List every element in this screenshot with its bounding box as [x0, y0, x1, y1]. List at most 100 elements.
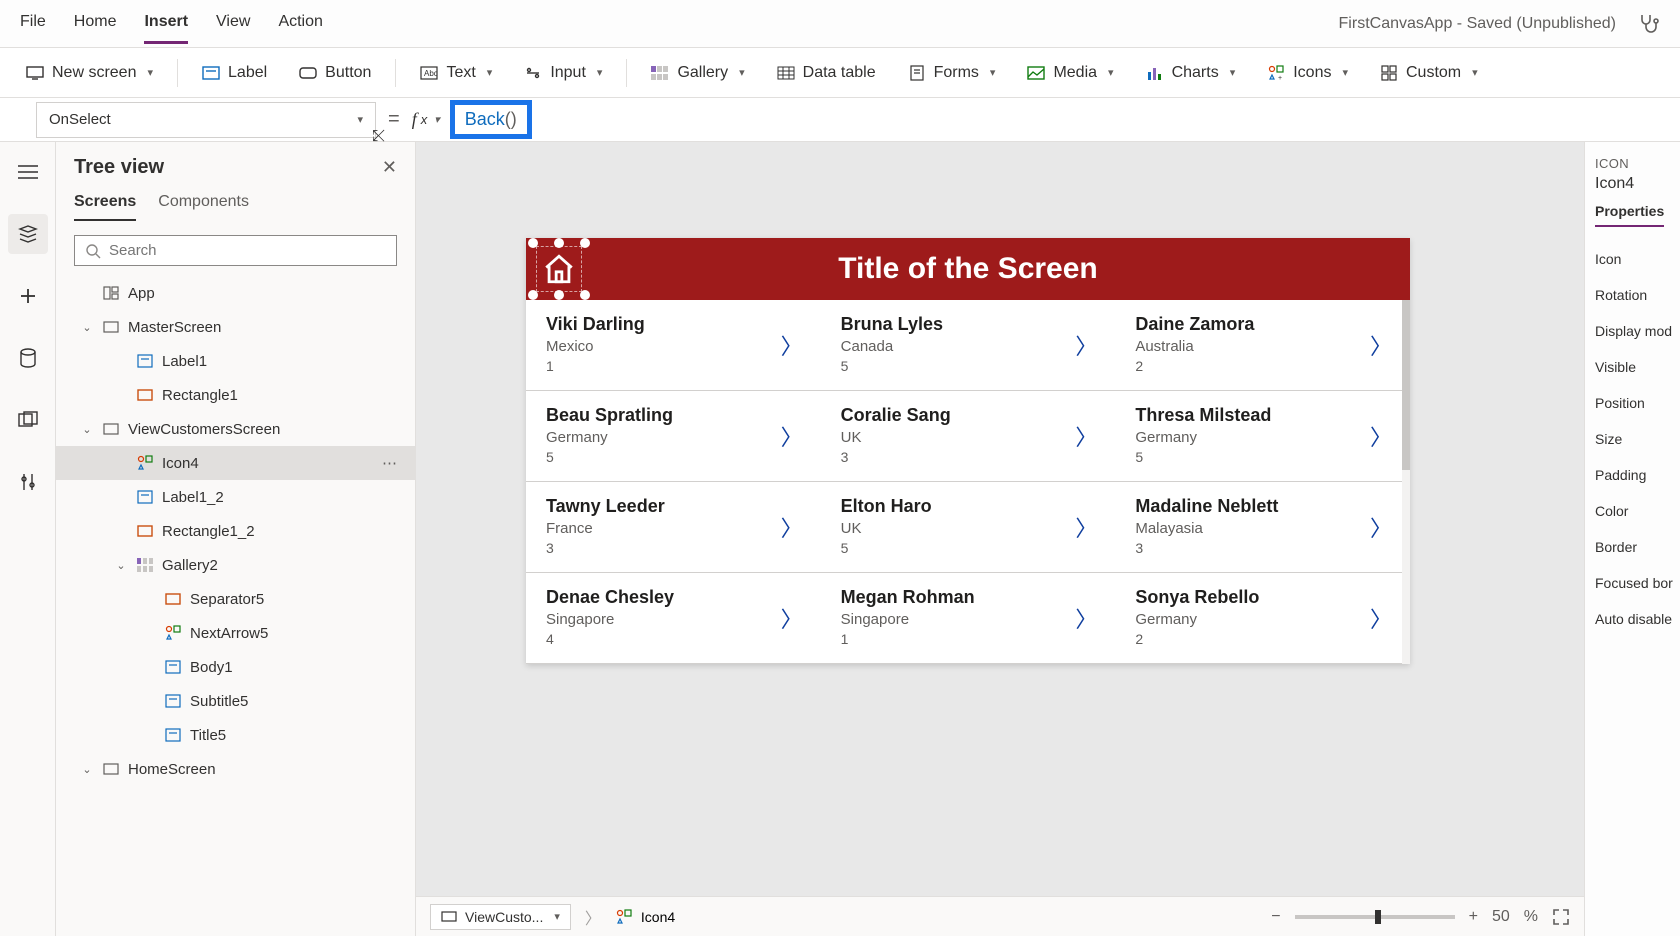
custom-button[interactable]: Custom▾ — [1368, 58, 1490, 88]
zoom-in-button[interactable]: + — [1469, 908, 1478, 926]
gallery-control[interactable]: Viki DarlingMexico1〉Bruna LylesCanada5〉D… — [526, 300, 1410, 664]
stethoscope-icon[interactable] — [1636, 12, 1660, 36]
breadcrumb-control[interactable]: Icon4 — [615, 909, 675, 925]
gallery-item[interactable]: Denae ChesleySingapore4〉 — [526, 573, 821, 664]
property-row[interactable]: Icon — [1595, 241, 1670, 277]
tab-screens[interactable]: Screens — [74, 193, 136, 221]
chevron-right-icon[interactable]: 〉 — [781, 329, 803, 361]
property-row[interactable]: Border — [1595, 529, 1670, 565]
menubar: File Home Insert View Action FirstCanvas… — [0, 0, 1680, 48]
zoom-pct: % — [1524, 908, 1538, 926]
gallery-item[interactable]: Daine ZamoraAustralia2〉 — [1115, 300, 1410, 391]
property-row[interactable]: Size — [1595, 421, 1670, 457]
add-rail-icon[interactable] — [8, 276, 48, 316]
tab-components[interactable]: Components — [158, 193, 249, 221]
gallery-item[interactable]: Thresa MilsteadGermany5〉 — [1115, 391, 1410, 482]
screen-title: Title of the Screen — [838, 252, 1098, 286]
gallery-item[interactable]: Coralie SangUK3〉 — [821, 391, 1116, 482]
fit-to-window-icon[interactable] — [1552, 908, 1570, 926]
property-row[interactable]: Color — [1595, 493, 1670, 529]
gallery-item[interactable]: Sonya RebelloGermany2〉 — [1115, 573, 1410, 664]
properties-panel: ICON Icon4 Properties IconRotationDispla… — [1584, 142, 1680, 936]
data-rail-icon[interactable] — [8, 338, 48, 378]
tab-properties[interactable]: Properties — [1595, 203, 1664, 227]
gallery-button[interactable]: Gallery▾ — [639, 58, 756, 88]
more-icon[interactable]: ⋯ — [382, 454, 405, 472]
tree-item[interactable]: Rectangle1_2 — [56, 514, 415, 548]
tree-item[interactable]: ⌄ViewCustomersScreen — [56, 412, 415, 446]
gallery-item[interactable]: Beau SpratlingGermany5〉 — [526, 391, 821, 482]
tree-item[interactable]: App — [56, 276, 415, 310]
menu-home[interactable]: Home — [74, 3, 117, 44]
gallery-item[interactable]: Elton HaroUK5〉 — [821, 482, 1116, 573]
formula-input[interactable]: Back() — [450, 100, 532, 139]
chevron-right-icon[interactable]: 〉 — [1075, 511, 1097, 543]
media-rail-icon[interactable] — [8, 400, 48, 440]
breadcrumb-screen[interactable]: ViewCusto... ▾ — [430, 904, 571, 930]
tree-item[interactable]: Label1 — [56, 344, 415, 378]
gallery-item[interactable]: Bruna LylesCanada5〉 — [821, 300, 1116, 391]
fx-button[interactable]: fx▾ — [412, 109, 440, 130]
chevron-right-icon[interactable]: 〉 — [1370, 329, 1392, 361]
tree-item[interactable]: Rectangle1 — [56, 378, 415, 412]
gallery-item-country: UK — [841, 429, 1096, 446]
tree-item[interactable]: Title5 — [56, 718, 415, 752]
hamburger-icon[interactable] — [8, 152, 48, 192]
selected-icon-control[interactable] — [532, 242, 586, 296]
media-button[interactable]: Media▾ — [1015, 58, 1125, 88]
tree-item[interactable]: ⌄HomeScreen — [56, 752, 415, 786]
button-button[interactable]: Button — [287, 58, 383, 88]
tree-list: App⌄MasterScreenLabel1Rectangle1⌄ViewCus… — [56, 276, 415, 936]
property-row[interactable]: Rotation — [1595, 277, 1670, 313]
gallery-item[interactable]: Madaline NeblettMalayasia3〉 — [1115, 482, 1410, 573]
input-button[interactable]: Input▾ — [512, 58, 614, 88]
gallery-item[interactable]: Tawny LeederFrance3〉 — [526, 482, 821, 573]
chevron-right-icon[interactable]: 〉 — [1075, 329, 1097, 361]
property-dropdown[interactable]: OnSelect ▾ — [36, 102, 376, 138]
new-screen-button[interactable]: New screen▾ — [14, 58, 165, 88]
tree-item[interactable]: ⌄MasterScreen — [56, 310, 415, 344]
icons-button[interactable]: + Icons▾ — [1255, 58, 1360, 88]
menu-insert[interactable]: Insert — [144, 3, 188, 44]
property-row[interactable]: Visible — [1595, 349, 1670, 385]
tree-item[interactable]: Body1 — [56, 650, 415, 684]
menu-view[interactable]: View — [216, 3, 250, 44]
property-row[interactable]: Focused bor — [1595, 565, 1670, 601]
tools-rail-icon[interactable] — [8, 462, 48, 502]
tree-item[interactable]: NextArrow5 — [56, 616, 415, 650]
property-row[interactable]: Display mod — [1595, 313, 1670, 349]
close-icon[interactable]: ✕ — [382, 157, 397, 178]
app-canvas[interactable]: Title of the Screen Viki DarlingMexico1〉… — [526, 238, 1410, 664]
chevron-right-icon[interactable]: 〉 — [1370, 420, 1392, 452]
tree-item[interactable]: Label1_2 — [56, 480, 415, 514]
forms-button[interactable]: Forms▾ — [896, 58, 1008, 88]
label-button[interactable]: Label — [190, 58, 279, 88]
canvas-scrollbar[interactable] — [1402, 300, 1410, 664]
tree-item[interactable]: Separator5 — [56, 582, 415, 616]
chevron-right-icon[interactable]: 〉 — [781, 420, 803, 452]
chevron-right-icon[interactable]: 〉 — [1370, 602, 1392, 634]
tree-item[interactable]: ⌄Gallery2 — [56, 548, 415, 582]
property-row[interactable]: Auto disable — [1595, 601, 1670, 637]
charts-button[interactable]: Charts▾ — [1134, 58, 1248, 88]
tree-item[interactable]: Subtitle5 — [56, 684, 415, 718]
search-input[interactable] — [74, 235, 397, 266]
datatable-button[interactable]: Data table — [765, 58, 888, 88]
breadcrumb-separator: 〉 — [585, 905, 601, 929]
property-row[interactable]: Padding — [1595, 457, 1670, 493]
text-button[interactable]: Abc Text▾ — [408, 58, 504, 88]
menu-action[interactable]: Action — [278, 3, 322, 44]
gallery-item[interactable]: Viki DarlingMexico1〉 — [526, 300, 821, 391]
gallery-item[interactable]: Megan RohmanSingapore1〉 — [821, 573, 1116, 664]
zoom-slider[interactable] — [1295, 915, 1455, 919]
chevron-right-icon[interactable]: 〉 — [1075, 602, 1097, 634]
property-row[interactable]: Position — [1595, 385, 1670, 421]
treeview-rail-icon[interactable] — [8, 214, 48, 254]
chevron-right-icon[interactable]: 〉 — [781, 511, 803, 543]
chevron-right-icon[interactable]: 〉 — [781, 602, 803, 634]
chevron-right-icon[interactable]: 〉 — [1370, 511, 1392, 543]
tree-item[interactable]: Icon4⋯ — [56, 446, 415, 480]
chevron-right-icon[interactable]: 〉 — [1075, 420, 1097, 452]
menu-file[interactable]: File — [20, 3, 46, 44]
zoom-out-button[interactable]: − — [1271, 908, 1280, 926]
